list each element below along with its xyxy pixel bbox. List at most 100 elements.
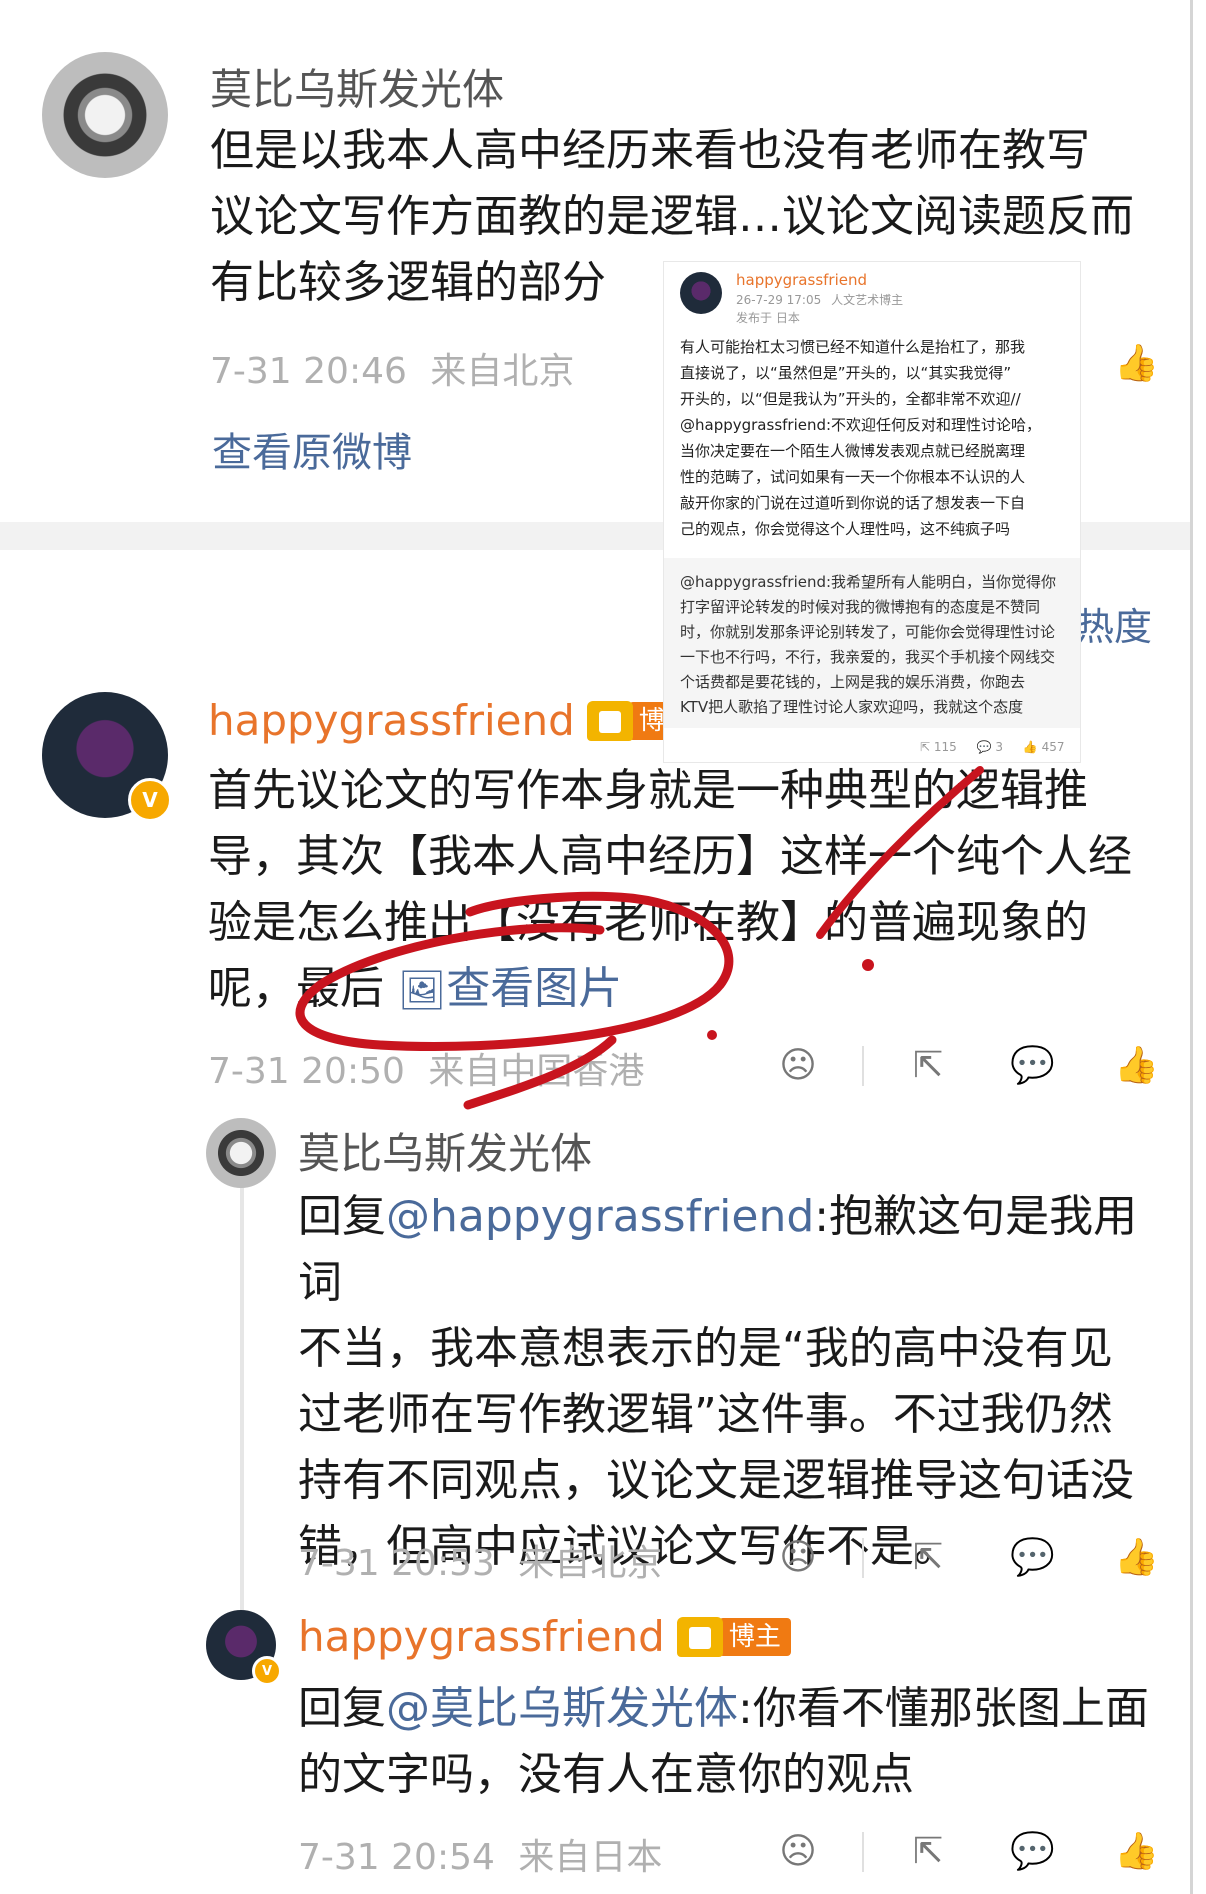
timestamp: 7-31 20:53: [298, 1543, 495, 1584]
comment-meta: 7-31 20:46 来自北京: [210, 342, 574, 394]
post-body: 有人可能抬杠太习惯已经不知道什么是抬杠了，那我 直接说了，以“虽然但是”开头的，…: [680, 334, 1066, 542]
timestamp: 7-31 20:46: [210, 351, 407, 392]
post-stats: ⇱ 115 💬 3 👍 457: [920, 734, 1065, 760]
reply-text-fragment: :你看不懂那张图上面: [738, 1683, 1149, 1734]
post-line: 直接说了，以“虽然但是”开头的，以“其实我觉得”: [680, 364, 1012, 382]
post-location: 发布于 日本: [736, 311, 800, 325]
reply-text-line: 的文字吗，没有人在意你的观点: [298, 1749, 914, 1800]
quoted-line: 打字留评论转发的时候对我的微博抱有的态度是不赞同: [680, 598, 1041, 616]
quoted-line: 一下也不行吗，不行，我亲爱的，我买个手机接个网线交: [680, 648, 1056, 666]
blogger-badge: 博主: [676, 1616, 791, 1657]
thumbs-up-icon: 👍: [1022, 740, 1038, 754]
reply-prefix: 回复: [298, 1191, 386, 1242]
reply-header: happygrassfriend 博主: [298, 1612, 791, 1661]
comment-author[interactable]: happygrassfriend: [208, 696, 575, 745]
post-line: @happygrassfriend:不欢迎任何反对和理性讨论哈，: [680, 416, 1042, 434]
divider: [862, 1832, 864, 1872]
reply-text-line: 不当，我本意想表示的是“我的高中没有见: [298, 1323, 1113, 1374]
reply-text-line: 回复@happygrassfriend:抱歉这句是我用词: [298, 1184, 1178, 1316]
comment-icon[interactable]: 💬: [1010, 1044, 1055, 1088]
location: 来自北京: [518, 1543, 663, 1584]
verified-badge-icon: V: [128, 778, 172, 822]
comment-text-line: 首先议论文的写作本身就是一种典型的逻辑推: [208, 765, 1088, 816]
comment-count: 3: [995, 740, 1004, 754]
crown-icon: [586, 700, 633, 741]
timestamp: 7-31 20:50: [208, 1051, 405, 1092]
repost-icon: ⇱: [920, 740, 931, 754]
post-tag: 人文艺术博主: [831, 293, 904, 307]
comment-text-line: 议论文写作方面教的是逻辑…议论文阅读题反而: [210, 191, 1134, 242]
post-date: 26-7-29 17:05 人文艺术博主: [736, 292, 903, 308]
post-line: 当你决定要在一个陌生人微博发表观点就已经脱离理: [680, 442, 1026, 460]
comment-text-line: 导，其次【我本人高中经历】这样一个纯个人经: [208, 831, 1132, 882]
location: 来自日本: [518, 1837, 663, 1878]
reply-author[interactable]: happygrassfriend: [298, 1612, 665, 1661]
comment-text-line: 验是怎么推出【没有老师在教】的普遍现象的: [208, 897, 1088, 948]
post-line: 敲开你家的门说在过道听到你说的话了想发表一下自: [680, 494, 1026, 512]
post-line: 开头的，以“但是我认为”开头的，全都非常不欢迎//: [680, 390, 1021, 408]
post-line: 有人可能抬杠太习惯已经不知道什么是抬杠了，那我: [680, 338, 1026, 356]
reply-text: 回复@happygrassfriend:抱歉这句是我用词 不当，我本意想表示的是…: [298, 1184, 1178, 1580]
reply-text-line: 过老师在写作教逻辑”这件事。不过我仍然: [298, 1389, 1113, 1440]
post-line: 己的观点，你会觉得这个人理性吗，这不纯疯子吗: [680, 520, 1011, 538]
avatar: [680, 272, 722, 314]
divider: [862, 1046, 864, 1086]
comment-icon[interactable]: 💬: [1010, 1536, 1055, 1580]
location: 来自北京: [430, 351, 575, 392]
comment-header: happygrassfriend 博主: [208, 696, 701, 745]
quoted-line: KTV把人歌掐了理性讨论人家欢迎吗，我就这个态度: [680, 698, 1024, 716]
repost-count: 115: [933, 740, 957, 754]
avatar[interactable]: [206, 1118, 276, 1188]
view-image-label: 查看图片: [446, 963, 623, 1014]
verified-badge-icon: V: [252, 1656, 282, 1686]
reply-meta: 7-31 20:54 来自日本: [298, 1828, 662, 1880]
like-count: 457: [1041, 740, 1065, 754]
image-icon: 🖼: [398, 968, 447, 1012]
reply-text-line: 持有不同观点，议论文是逻辑推导这句话没: [298, 1455, 1134, 1506]
comment-text-line: 但是以我本人高中经历来看也没有老师在教写: [210, 125, 1090, 176]
frown-icon[interactable]: ☹: [776, 1536, 820, 1580]
comment-author[interactable]: 莫比乌斯发光体: [210, 56, 504, 117]
scrollbar-track[interactable]: [1190, 0, 1206, 1894]
frown-icon[interactable]: ☹: [776, 1044, 820, 1088]
thumbs-up-icon[interactable]: 👍: [1114, 1536, 1159, 1580]
quoted-line: @happygrassfriend:我希望所有人能明白，当你觉得你: [680, 573, 1057, 591]
quoted-body: @happygrassfriend:我希望所有人能明白，当你觉得你 打字留评论转…: [680, 570, 1066, 720]
share-icon[interactable]: ⇱: [906, 1044, 950, 1088]
divider: [862, 1538, 864, 1578]
timestamp: 7-31 20:54: [298, 1837, 495, 1878]
quoted-post: @happygrassfriend:我希望所有人能明白，当你觉得你 打字留评论转…: [664, 558, 1080, 728]
reply-prefix: 回复: [298, 1683, 386, 1734]
blogger-label: 博主: [718, 1617, 791, 1656]
thumbs-up-icon[interactable]: 👍: [1114, 1830, 1159, 1874]
thread-line: [240, 1180, 244, 1610]
post-date-text: 26-7-29 17:05: [736, 293, 822, 307]
frown-icon[interactable]: ☹: [776, 1830, 820, 1874]
reply-author[interactable]: 莫比乌斯发光体: [298, 1120, 592, 1181]
quoted-line: 时，你就别发那条评论别转发了，可能你会觉得理性讨论: [680, 623, 1056, 641]
share-icon[interactable]: ⇱: [906, 1536, 950, 1580]
reply-text-line: 回复@莫比乌斯发光体:你看不懂那张图上面: [298, 1676, 1188, 1742]
reply-text: 回复@莫比乌斯发光体:你看不懂那张图上面 的文字吗，没有人在意你的观点: [298, 1676, 1188, 1808]
view-original-link[interactable]: 查看原微博: [212, 420, 412, 478]
reply-meta: 7-31 20:53 来自北京: [298, 1534, 662, 1586]
thumbs-up-icon[interactable]: 👍: [1114, 342, 1159, 386]
post-line: 性的范畴了，试问如果有一天一个你根本不认识的人: [680, 468, 1026, 486]
comment-icon[interactable]: 💬: [1010, 1830, 1055, 1874]
post-author: happygrassfriend: [736, 271, 868, 289]
view-image-link[interactable]: 🖼查看图片: [398, 963, 622, 1014]
thumbs-up-icon[interactable]: 👍: [1114, 1044, 1159, 1088]
mention-link[interactable]: @莫比乌斯发光体: [386, 1683, 738, 1734]
comment-text: 首先议论文的写作本身就是一种典型的逻辑推 导，其次【我本人高中经历】这样一个纯个…: [208, 758, 1168, 1023]
avatar[interactable]: [42, 52, 168, 178]
comment-text-fragment: 呢，最后: [208, 963, 384, 1014]
crown-icon: [676, 1616, 723, 1657]
sort-tab-hot[interactable]: 热度: [1076, 596, 1152, 651]
share-icon[interactable]: ⇱: [906, 1830, 950, 1874]
comment-meta: 7-31 20:50 来自中国香港: [208, 1042, 644, 1094]
comment-text-line: 呢，最后 🖼查看图片: [208, 956, 1168, 1023]
location: 来自中国香港: [428, 1051, 645, 1092]
comment-icon: 💬: [976, 740, 992, 754]
mention-link[interactable]: @happygrassfriend: [386, 1191, 814, 1242]
quoted-line: 个话费都是要花钱的，上网是我的娱乐消费，你跑去: [680, 673, 1026, 691]
